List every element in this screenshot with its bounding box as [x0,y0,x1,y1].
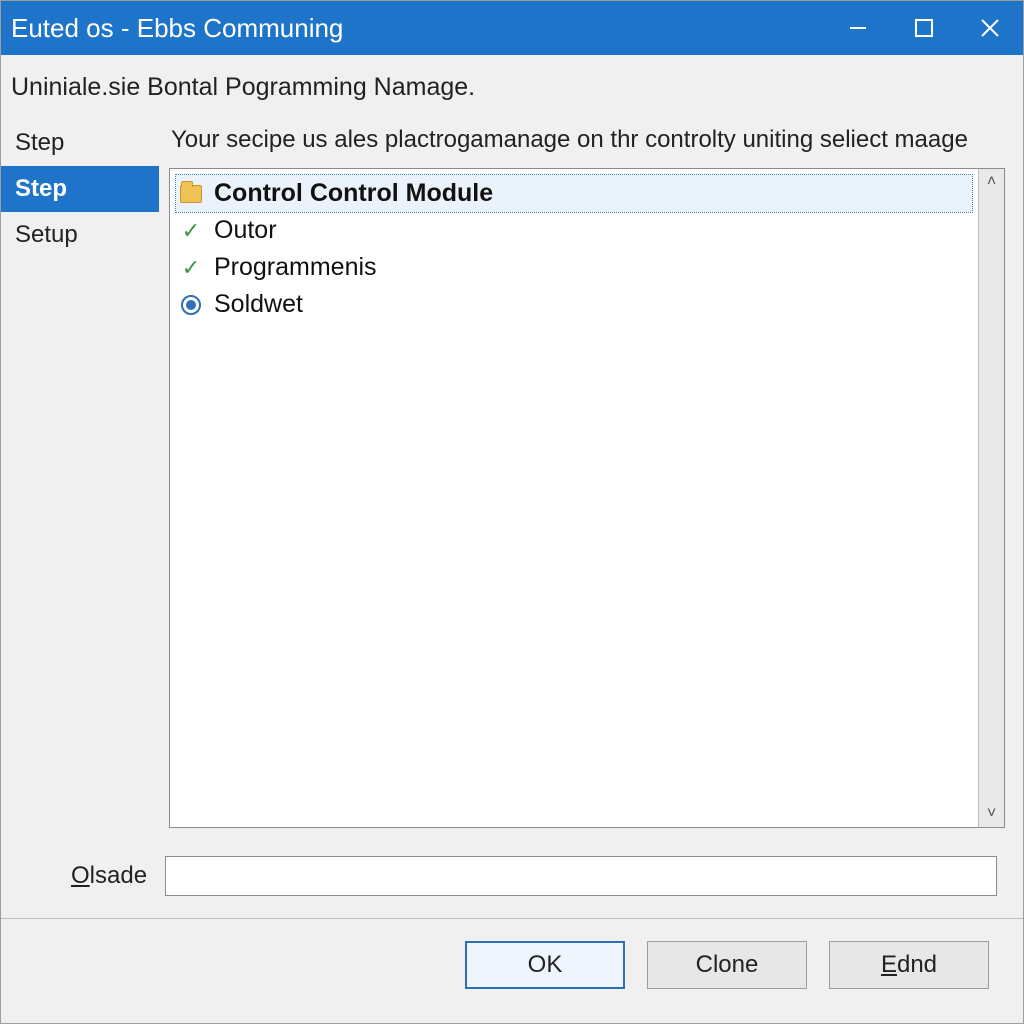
bottom-field-row: Olsade [1,838,1023,906]
olsade-label: Olsade [71,862,147,890]
maximize-button[interactable] [891,1,957,55]
module-listbox[interactable]: Control Control Module ✓ Outor ✓ Program… [169,168,1005,828]
list-item[interactable]: Control Control Module [176,175,972,212]
sidebar-item-step-2[interactable]: Step [1,166,159,212]
list-item[interactable]: ✓ Programmenis [176,249,972,286]
clone-button[interactable]: Clone [647,941,807,989]
list-item-label: Soldwet [214,290,303,319]
titlebar[interactable]: Euted os - Ebbs Communing [1,1,1023,55]
list-item[interactable]: ✓ Outor [176,212,972,249]
vertical-scrollbar[interactable]: ˄ ˅ [978,169,1004,827]
middle-area: Step Step Setup Your secipe us ales plac… [1,116,1023,838]
folder-icon [178,181,204,207]
content-description: Your secipe us ales plactrogamanage on t… [169,122,1005,168]
check-icon: ✓ [178,255,204,281]
minimize-button[interactable] [825,1,891,55]
app-window: Euted os - Ebbs Communing Uniniale.sie B… [0,0,1024,1024]
list-item-label: Outor [214,216,277,245]
close-button[interactable] [957,1,1023,55]
wizard-sidebar: Step Step Setup [1,116,159,838]
list-item[interactable]: Soldwet [176,286,972,323]
ok-button[interactable]: OK [465,941,625,989]
sidebar-item-step-1[interactable]: Step [1,120,159,166]
list-item-label: Programmenis [214,253,377,282]
scroll-up-icon[interactable]: ˄ [981,171,1003,193]
content-panel: Your secipe us ales plactrogamanage on t… [159,116,1023,838]
olsade-input[interactable] [165,856,997,896]
list-item-label: Control Control Module [214,179,493,208]
module-list: Control Control Module ✓ Outor ✓ Program… [170,169,978,827]
dialog-button-row: OK Clone Ednd [1,919,1023,1023]
window-title: Euted os - Ebbs Communing [11,13,825,44]
sidebar-item-setup[interactable]: Setup [1,212,159,258]
page-header: Uniniale.sie Bontal Pogramming Namage. [1,55,1023,116]
ednd-button[interactable]: Ednd [829,941,989,989]
radio-checked-icon [178,292,204,318]
check-icon: ✓ [178,218,204,244]
scroll-down-icon[interactable]: ˅ [981,803,1003,825]
